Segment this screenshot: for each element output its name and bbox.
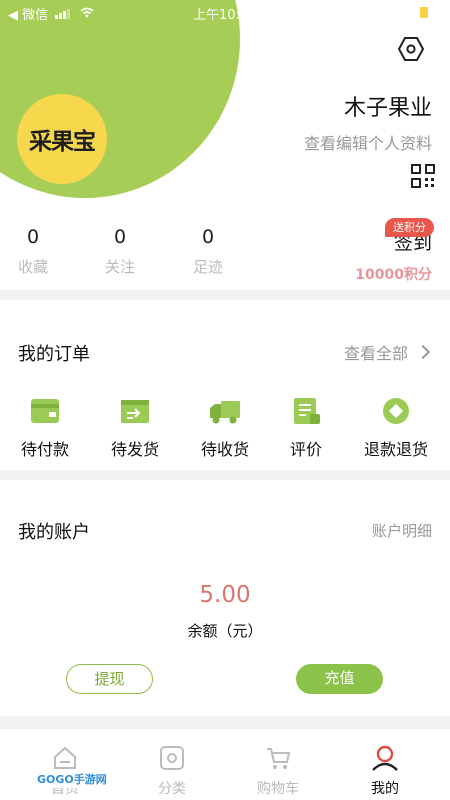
stat-label: 收藏	[17, 258, 48, 276]
settings-hexagon-icon	[398, 37, 424, 61]
stat-footprints[interactable]: 0 足迹	[180, 226, 236, 277]
balance-value: 5.00	[199, 582, 251, 608]
withdraw-button[interactable]: 提现	[66, 664, 153, 694]
order-pending-shipment[interactable]: 待发货	[95, 396, 175, 460]
status-bar: ◀ 微信 上午10:	[0, 0, 450, 24]
signin-points: 10000积分	[355, 267, 432, 283]
ship-box-icon	[121, 400, 149, 423]
watermark-logo: GOGO手游网	[34, 770, 110, 788]
orders-title: 我的订单	[18, 344, 90, 365]
category-icon	[160, 746, 184, 770]
status-left: ◀ 微信	[8, 4, 94, 23]
stat-value: 0	[201, 226, 215, 248]
order-review[interactable]: 评价	[266, 396, 346, 460]
settings-button[interactable]	[398, 36, 424, 62]
wallet-icon	[31, 399, 59, 423]
order-refund[interactable]: 退款退货	[356, 396, 436, 460]
bottom-tab-bar: 首页 分类 购物车 我的	[0, 728, 450, 800]
refund-icon	[383, 398, 409, 424]
tab-category[interactable]: 分类	[127, 745, 217, 798]
account-section: 我的账户 账户明细 5.00 余额（元） 提现 充值	[0, 480, 450, 716]
recharge-button[interactable]: 充值	[296, 664, 383, 694]
tab-label: 分类	[158, 781, 186, 797]
orders-section: 我的订单 查看全部 待付款 待发货 待收货 评价 退款退货	[0, 300, 450, 470]
bonus-points-badge: 送积分	[385, 218, 434, 237]
order-pending-receipt[interactable]: 待收货	[185, 396, 265, 460]
review-icon	[294, 398, 320, 424]
account-title: 我的账户	[18, 522, 90, 543]
view-all-orders-link[interactable]: 查看全部	[343, 340, 431, 364]
truck-icon	[210, 401, 240, 424]
stat-label: 足迹	[192, 258, 223, 276]
wifi-icon	[80, 7, 94, 21]
profile-header: ◀ 微信 上午10: 采果宝 木子果业 查看编辑个人资料	[0, 0, 450, 218]
stat-following[interactable]: 0 关注	[92, 226, 148, 277]
qr-code-icon	[411, 164, 435, 188]
battery-icon	[420, 7, 428, 18]
shop-logo[interactable]: 采果宝	[17, 94, 107, 184]
order-label: 评价	[289, 440, 322, 459]
account-detail-link[interactable]: 账户明细	[372, 520, 432, 541]
stat-label: 关注	[104, 258, 135, 276]
tab-label: 购物车	[257, 781, 299, 797]
username: 木子果业	[343, 96, 432, 121]
tab-mine[interactable]: 我的	[340, 745, 430, 798]
home-icon	[54, 746, 76, 769]
qr-code-button[interactable]	[411, 164, 435, 188]
order-label: 待收货	[200, 440, 249, 459]
user-icon	[372, 745, 398, 771]
balance-label: 余额（元）	[187, 622, 263, 640]
signal-icon	[55, 8, 71, 19]
cart-icon	[267, 748, 291, 769]
order-label: 待付款	[20, 440, 69, 459]
order-pending-payment[interactable]: 待付款	[5, 396, 85, 460]
tab-label: 我的	[371, 781, 399, 797]
stat-value: 0	[26, 226, 40, 248]
edit-profile-link[interactable]: 查看编辑个人资料	[304, 130, 432, 154]
chevron-right-icon	[415, 344, 431, 360]
order-label: 退款退货	[363, 440, 428, 459]
tab-cart[interactable]: 购物车	[233, 745, 323, 798]
view-all-label: 查看全部	[343, 344, 408, 363]
stats-bar: 0 收藏 0 关注 0 足迹 签到 10000积分	[0, 218, 450, 290]
logo-text: 采果宝	[29, 128, 96, 155]
order-label: 待发货	[110, 440, 159, 459]
stat-value: 0	[113, 226, 127, 248]
status-time: 上午10:	[193, 8, 240, 23]
stat-favorites[interactable]: 0 收藏	[5, 226, 61, 277]
status-carrier: ◀ 微信	[8, 8, 49, 23]
